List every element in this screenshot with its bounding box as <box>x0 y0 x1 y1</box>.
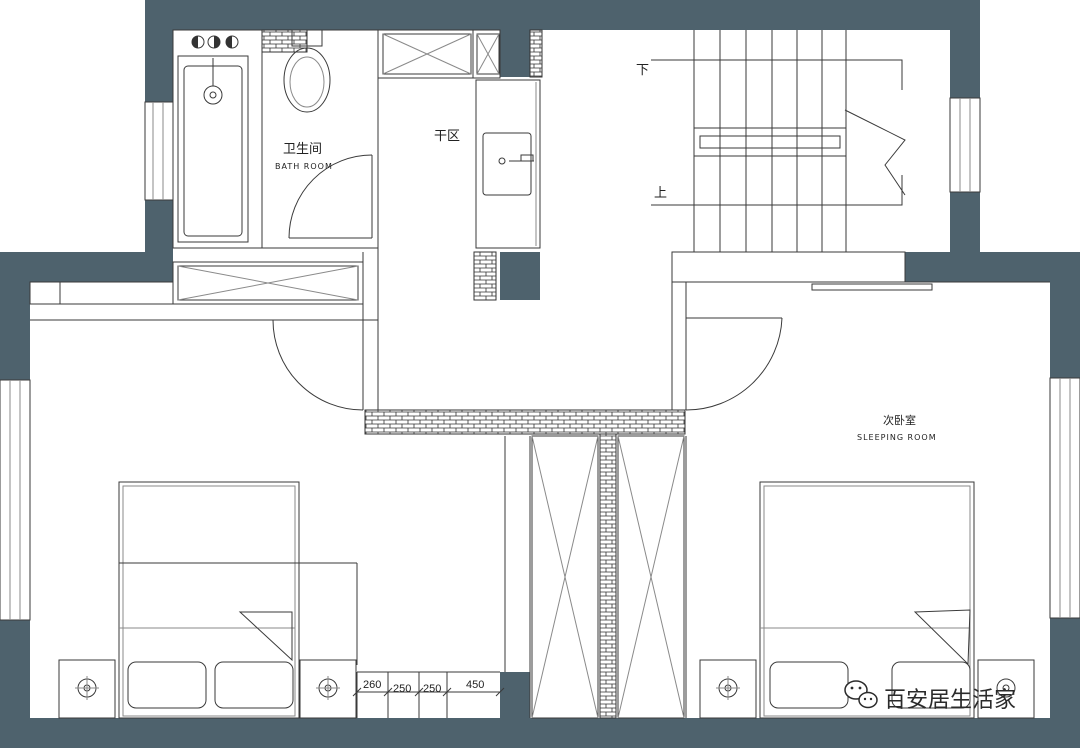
bedroom-label: 次卧室 SLEEPING ROOM <box>857 413 937 442</box>
vanity-basin <box>475 79 541 249</box>
right-bedroom-door <box>685 317 783 411</box>
dimension-1: 260 <box>363 679 381 691</box>
bathtub <box>177 35 249 243</box>
right-bed <box>759 481 975 719</box>
dimension-2: 250 <box>393 683 411 695</box>
dimension-3: 250 <box>423 683 441 695</box>
dimension-4: 450 <box>466 679 484 691</box>
wechat-icon <box>844 680 878 709</box>
staircase: 下 上 <box>636 30 906 252</box>
stair-down-label: 下 <box>636 63 649 78</box>
right-nightstand-1 <box>699 659 757 719</box>
dimension-line: 260 250 250 450 <box>352 671 505 718</box>
left-wardrobe <box>531 435 599 719</box>
dry-area-cabinet <box>382 33 500 75</box>
bathroom-label: 卫生间 BATH ROOM <box>275 142 333 171</box>
dry-area-label: 干区 <box>434 129 460 144</box>
left-nightstand-1 <box>58 659 116 719</box>
floor-plan: 卫生间 BATH ROOM 干区 下 上 260 250 250 450 次卧室… <box>0 0 1080 748</box>
watermark-text: 百安居生活家 <box>884 688 1016 713</box>
bedroom-label-en: SLEEPING ROOM <box>857 433 937 442</box>
bedroom-label-cn: 次卧室 <box>883 413 916 427</box>
stair-up-label: 上 <box>654 186 667 201</box>
brick-walls <box>261 29 686 719</box>
left-nightstand-2 <box>299 659 357 719</box>
bathroom-label-en: BATH ROOM <box>275 162 333 171</box>
bathroom-label-cn: 卫生间 <box>283 142 322 157</box>
left-bedroom-door <box>272 319 364 411</box>
watermark: 百安居生活家 <box>844 680 1016 713</box>
ac-unit <box>811 283 933 291</box>
right-wardrobe <box>617 435 685 719</box>
